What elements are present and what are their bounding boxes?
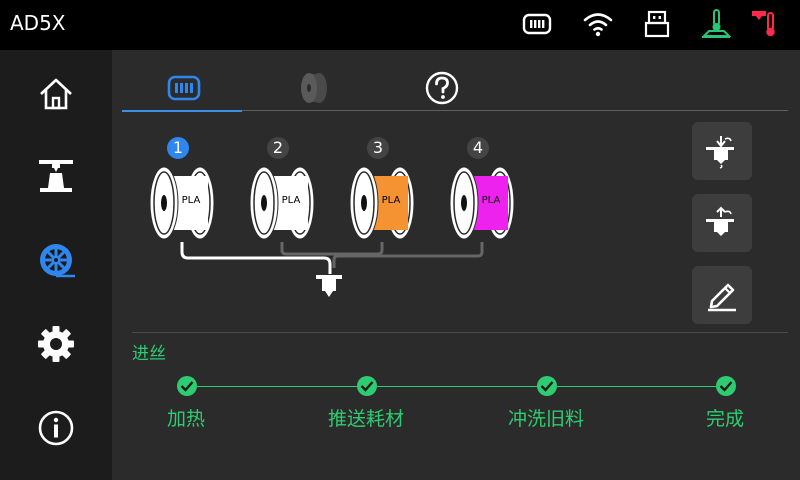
filament-box-tab-icon[interactable] xyxy=(164,68,204,108)
settings-icon[interactable] xyxy=(36,324,76,364)
wifi-icon[interactable] xyxy=(582,8,614,40)
section-divider xyxy=(132,332,788,333)
step-label-complete: 完成 xyxy=(706,408,745,430)
unload-filament-icon xyxy=(706,206,734,236)
slot-number-1: 1 xyxy=(167,137,189,159)
step-check-icon xyxy=(357,376,377,396)
process-title: 进丝 xyxy=(132,344,166,364)
main-panel: 1 2 3 4 PLA PLA PLA PLA 进丝 加热 推送耗材 冲洗旧料 … xyxy=(112,50,800,480)
filament-box-icon[interactable] xyxy=(521,8,553,40)
print-icon[interactable] xyxy=(36,156,76,196)
usb-icon[interactable] xyxy=(641,8,673,40)
info-icon[interactable] xyxy=(36,408,76,448)
slot-number-2: 2 xyxy=(267,137,289,159)
load-filament-button[interactable] xyxy=(692,122,752,180)
app-title: AD5X xyxy=(10,11,66,35)
spool-material-4: PLA xyxy=(481,195,501,206)
extruder-icon xyxy=(314,273,344,303)
step-label-push-filament: 推送耗材 xyxy=(328,408,405,430)
step-label-purge-old: 冲洗旧料 xyxy=(508,408,585,430)
filament-icon[interactable] xyxy=(36,240,76,280)
spool-tab-icon[interactable] xyxy=(294,68,334,108)
slot-number-3: 3 xyxy=(367,137,389,159)
tab-divider xyxy=(242,110,788,111)
step-check-icon xyxy=(177,376,197,396)
bed-temperature-icon[interactable] xyxy=(700,8,732,40)
spool-material-1: PLA xyxy=(181,195,201,206)
nozzle-temperature-icon[interactable] xyxy=(752,8,784,40)
step-check-icon xyxy=(537,376,557,396)
sidebar xyxy=(0,50,112,480)
slot-number-4: 4 xyxy=(467,137,489,159)
help-icon[interactable] xyxy=(422,68,462,108)
step-connector xyxy=(377,386,537,387)
spool-material-3: PLA xyxy=(381,195,401,206)
tab-selected-underline xyxy=(122,110,242,112)
step-connector xyxy=(197,386,357,387)
home-icon[interactable] xyxy=(36,74,76,114)
step-check-icon xyxy=(716,376,736,396)
step-connector xyxy=(557,386,716,387)
unload-filament-button[interactable] xyxy=(692,194,752,252)
edit-button[interactable] xyxy=(692,266,752,324)
spool-material-2: PLA xyxy=(281,195,301,206)
top-status-bar: AD5X xyxy=(0,0,800,50)
pencil-icon xyxy=(708,283,736,312)
step-label-heating: 加热 xyxy=(167,408,206,430)
load-filament-icon xyxy=(706,136,734,169)
